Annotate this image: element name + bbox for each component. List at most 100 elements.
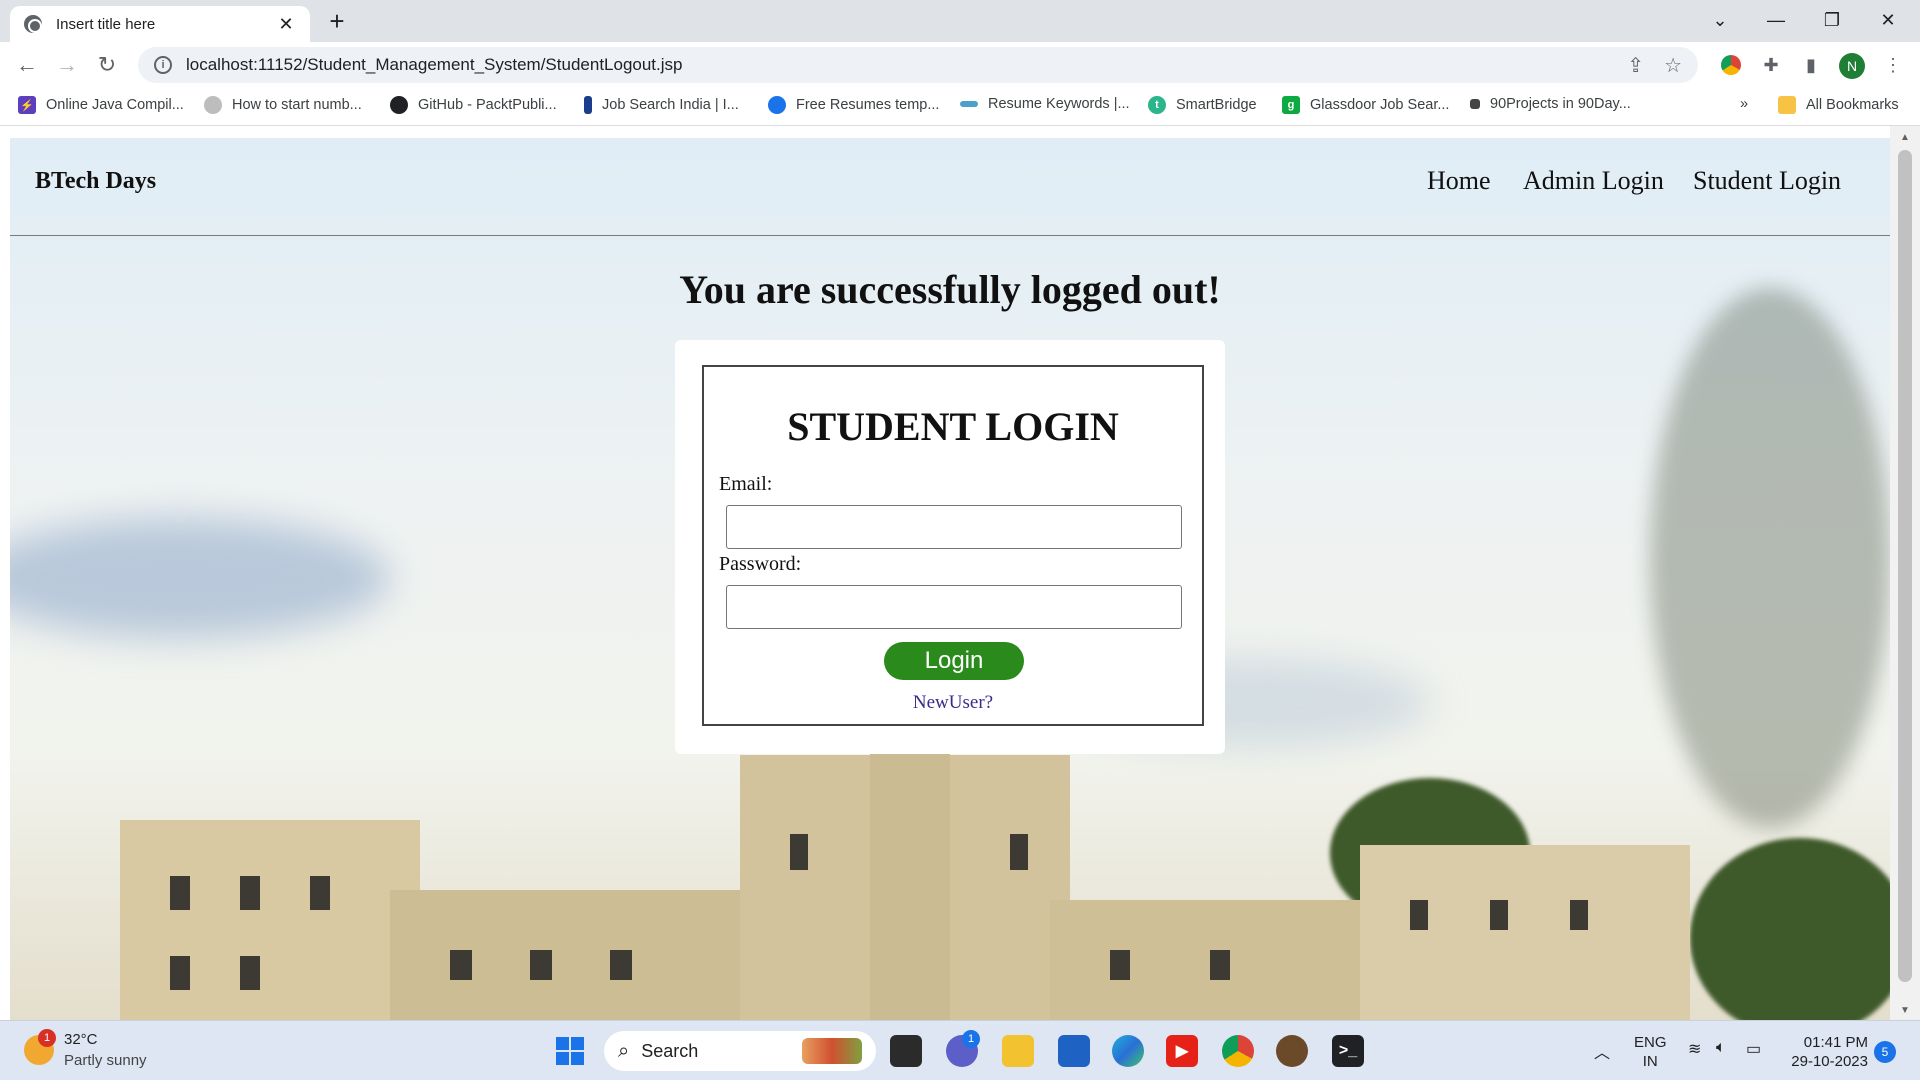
background-tree <box>1690 838 1890 1020</box>
new-tab-button[interactable]: + <box>322 6 352 36</box>
task-view-icon[interactable] <box>890 1035 922 1067</box>
password-field[interactable] <box>726 585 1182 629</box>
taskbar: 1 32°C Partly sunny ⌕ Search 1 ▶ >_ ︿ EN… <box>0 1020 1920 1080</box>
minimize-icon[interactable]: — <box>1748 0 1804 40</box>
notification-badge[interactable]: 5 <box>1874 1041 1896 1063</box>
bookmark-item[interactable]: How to start numb... <box>204 96 362 114</box>
weather-badge: 1 <box>38 1029 56 1047</box>
tab-close-icon[interactable]: ✕ <box>276 14 296 35</box>
login-button[interactable]: Login <box>884 642 1024 680</box>
new-user-link[interactable]: NewUser? <box>704 692 1202 714</box>
search-icon: ⌕ <box>618 1039 630 1062</box>
bookmark-label: Glassdoor Job Sear... <box>1310 97 1450 113</box>
forward-arrow-icon[interactable]: → <box>52 50 82 80</box>
page-scrollbar[interactable]: ▲ ▼ <box>1890 126 1920 1020</box>
nav-admin-login-link[interactable]: Admin Login <box>1523 166 1664 196</box>
bookmark-item[interactable]: Resume Keywords |... <box>960 96 1130 112</box>
page-viewport: BTech Days Home Admin Login Student Logi… <box>10 138 1890 1020</box>
background-window <box>1210 950 1230 980</box>
background-tree <box>1650 288 1890 828</box>
nav-student-login-link[interactable]: Student Login <box>1693 166 1841 196</box>
scrollbar-thumb[interactable] <box>1898 150 1912 982</box>
bookmarks-overflow-button[interactable]: » <box>1740 96 1748 112</box>
bookmark-label: How to start numb... <box>232 97 362 113</box>
chrome-icon[interactable] <box>1222 1035 1254 1067</box>
background-window <box>240 876 260 910</box>
window-close-icon[interactable]: ✕ <box>1860 0 1916 40</box>
restore-icon[interactable]: ❐ <box>1804 0 1860 40</box>
browser-tab[interactable]: Insert title here ✕ <box>10 6 310 42</box>
login-title: STUDENT LOGIN <box>787 404 1119 449</box>
tab-search-icon[interactable]: ⌄ <box>1692 0 1748 40</box>
menu-kebab-icon[interactable]: ⋮ <box>1880 52 1906 78</box>
all-bookmarks-label: All Bookmarks <box>1806 97 1899 113</box>
search-highlight-art <box>802 1038 862 1064</box>
background-window <box>310 876 330 910</box>
bookmark-label: GitHub - PacktPubli... <box>418 97 557 113</box>
app-icon[interactable] <box>1276 1035 1308 1067</box>
url-text[interactable]: localhost:11152/Student_Management_Syste… <box>186 55 1607 75</box>
nav-home-link[interactable]: Home <box>1427 166 1491 196</box>
bookmark-item[interactable]: Job Search India | I... <box>584 96 739 114</box>
bookmark-star-icon[interactable]: ☆ <box>1664 53 1682 78</box>
chat-badge: 1 <box>962 1030 980 1048</box>
bookmark-item[interactable]: ⚡ Online Java Compil... <box>18 96 184 114</box>
globe-icon <box>24 15 42 33</box>
bookmark-icon: ⚡ <box>18 96 36 114</box>
back-arrow-icon[interactable]: ← <box>12 50 42 80</box>
clock[interactable]: 01:41 PM 29-10-2023 <box>1780 1033 1868 1071</box>
bookmark-item[interactable]: 90Projects in 90Day... <box>1470 96 1631 112</box>
profile-avatar[interactable]: N <box>1839 53 1865 79</box>
scroll-up-icon[interactable]: ▲ <box>1890 132 1920 143</box>
extension-chrome-icon[interactable] <box>1718 52 1744 78</box>
share-icon[interactable]: ⇪ <box>1627 53 1644 78</box>
windows-start-icon[interactable] <box>554 1035 586 1067</box>
site-brand[interactable]: BTech Days <box>35 168 156 195</box>
bookmark-label: 90Projects in 90Day... <box>1490 96 1631 112</box>
wifi-icon[interactable]: ≋ <box>1688 1039 1701 1059</box>
bookmark-icon: t <box>1148 96 1166 114</box>
bookmark-label: Job Search India | I... <box>602 97 739 113</box>
background-window <box>790 834 808 870</box>
taskbar-search[interactable]: ⌕ Search <box>604 1031 876 1071</box>
background-window <box>240 956 260 990</box>
bookmark-item[interactable]: g Glassdoor Job Sear... <box>1282 96 1449 114</box>
email-label: Email: <box>719 473 773 495</box>
site-info-icon[interactable]: i <box>154 56 172 74</box>
microsoft-store-icon[interactable] <box>1058 1035 1090 1067</box>
reload-icon[interactable]: ↻ <box>92 50 122 80</box>
scroll-down-icon[interactable]: ▼ <box>1890 1005 1920 1016</box>
background-building <box>1360 845 1690 1020</box>
edge-browser-icon[interactable] <box>1112 1035 1144 1067</box>
terminal-icon[interactable]: >_ <box>1332 1035 1364 1067</box>
background-window <box>1010 834 1028 870</box>
clock-date: 29-10-2023 <box>1791 1053 1868 1070</box>
email-field[interactable] <box>726 505 1182 549</box>
youtube-icon[interactable]: ▶ <box>1166 1035 1198 1067</box>
extensions-puzzle-icon[interactable]: ✚ <box>1758 52 1784 78</box>
bookmark-label: Resume Keywords |... <box>988 96 1130 112</box>
weather-description[interactable]: Partly sunny <box>64 1052 147 1069</box>
bookmark-item[interactable]: t SmartBridge <box>1148 96 1257 114</box>
weather-temperature[interactable]: 32°C <box>64 1031 98 1048</box>
language-indicator[interactable]: ENG IN <box>1634 1033 1667 1071</box>
background-window <box>1570 900 1588 930</box>
all-bookmarks-button[interactable]: All Bookmarks <box>1778 96 1899 114</box>
bookmark-item[interactable]: GitHub - PacktPubli... <box>390 96 557 114</box>
region-code: IN <box>1642 1053 1658 1070</box>
volume-icon[interactable]: 🔈︎ <box>1716 1039 1726 1057</box>
bookmark-icon <box>204 96 222 114</box>
browser-toolbar: ← → ↻ i localhost:11152/Student_Manageme… <box>0 42 1920 88</box>
file-explorer-icon[interactable] <box>1002 1035 1034 1067</box>
password-label: Password: <box>719 553 802 575</box>
bookmark-label: Free Resumes temp... <box>796 97 940 113</box>
address-bar[interactable]: i localhost:11152/Student_Management_Sys… <box>138 47 1698 83</box>
side-panel-icon[interactable]: ▮ <box>1798 52 1824 78</box>
logout-message: You are successfully logged out! <box>679 267 1221 312</box>
tray-overflow-chevron-icon[interactable]: ︿ <box>1594 1039 1610 1063</box>
bookmark-icon <box>960 101 978 107</box>
bookmark-icon <box>1470 99 1480 109</box>
folder-icon <box>1778 96 1796 114</box>
bookmark-item[interactable]: Free Resumes temp... <box>768 96 939 114</box>
battery-icon[interactable]: ▭ <box>1746 1039 1761 1059</box>
